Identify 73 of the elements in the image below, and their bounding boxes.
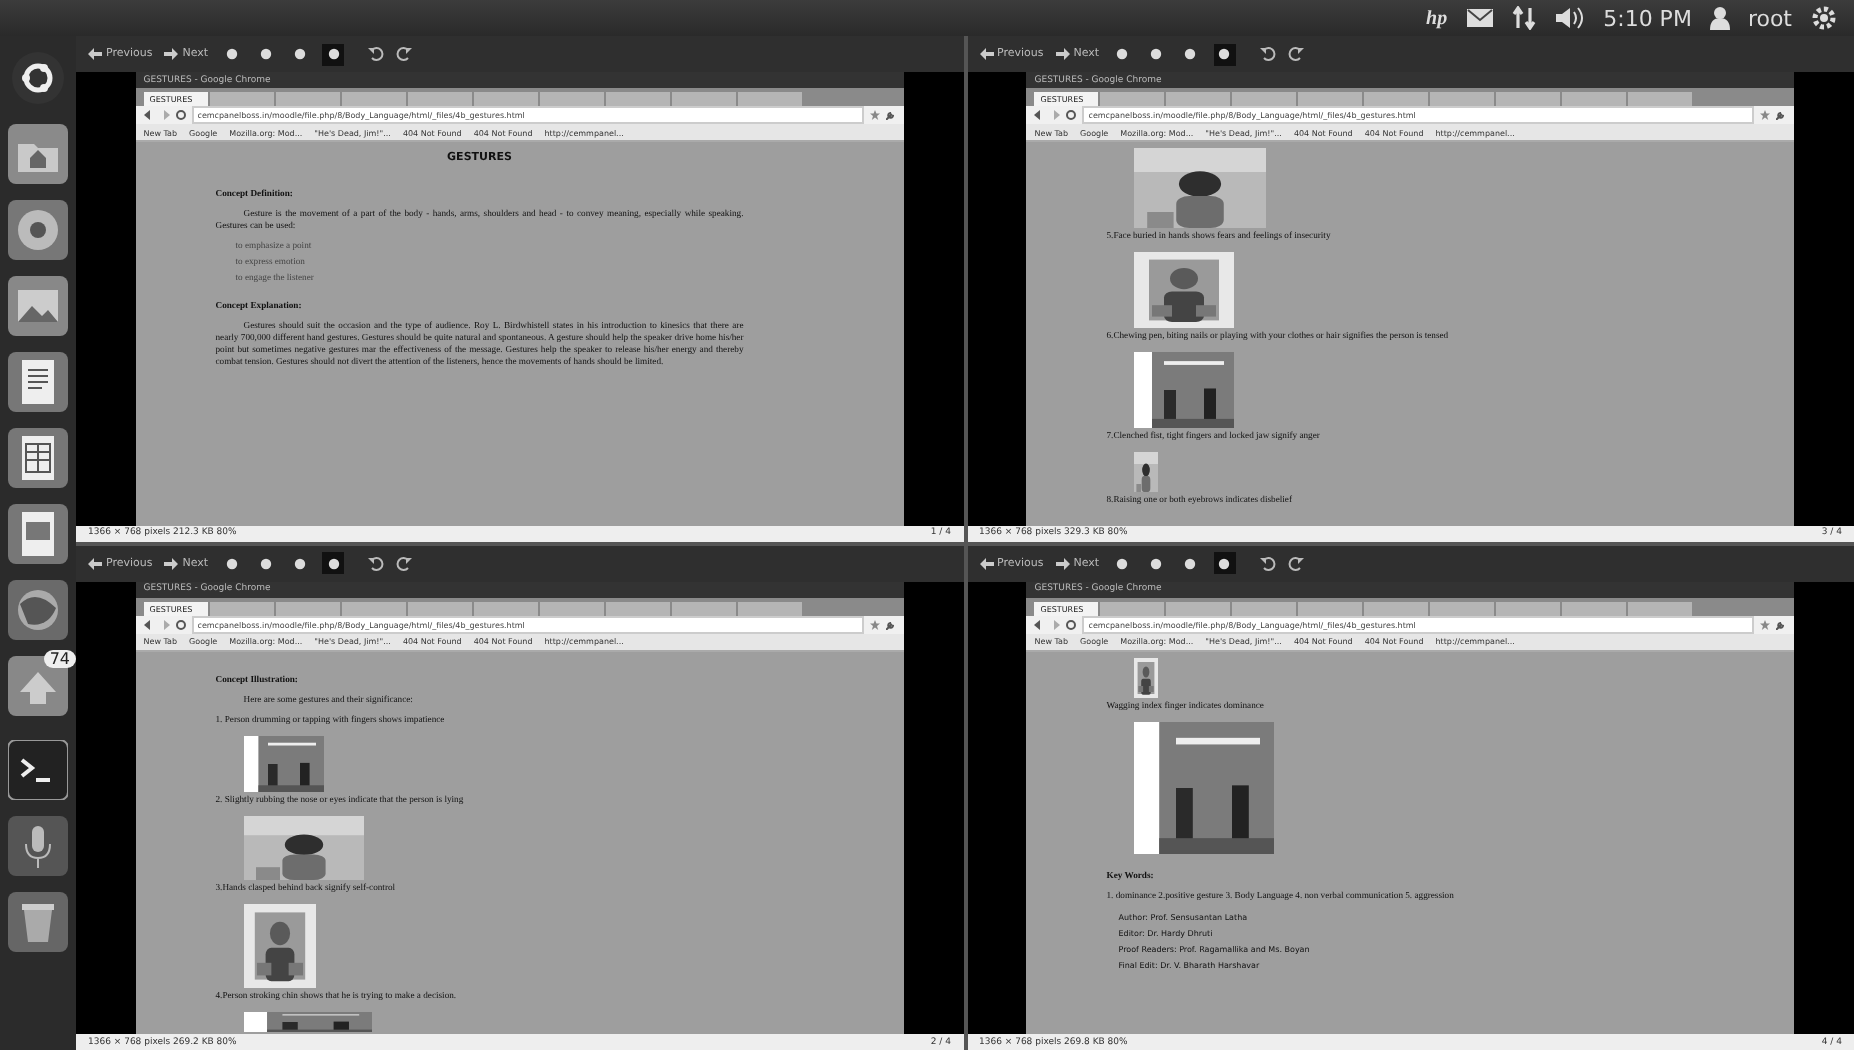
zoom-icon <box>1116 557 1129 569</box>
arrow-right-icon <box>1055 557 1070 569</box>
zoom-icon <box>1218 557 1231 569</box>
arrow-right-icon <box>164 48 179 60</box>
dash-icon[interactable] <box>8 48 68 108</box>
zoom-icon <box>225 48 238 60</box>
reload-icon[interactable] <box>175 619 186 629</box>
wrench-icon[interactable] <box>885 110 896 120</box>
rotate-right-icon[interactable] <box>1287 46 1304 62</box>
zoom-icon <box>259 557 272 569</box>
zoom-icon <box>1184 557 1197 569</box>
back-icon[interactable] <box>143 110 154 120</box>
zoom-icon <box>1150 557 1163 569</box>
back-icon[interactable] <box>1034 619 1045 629</box>
zoom-button[interactable] <box>1213 552 1236 574</box>
zoom-icon <box>1184 48 1197 60</box>
document-icon[interactable] <box>8 504 68 564</box>
rotate-right-icon[interactable] <box>1287 555 1304 571</box>
wrench-icon[interactable] <box>1776 110 1787 120</box>
document-icon[interactable] <box>8 352 68 412</box>
rotate-right-icon[interactable] <box>396 46 413 62</box>
volume-icon[interactable] <box>1553 6 1586 30</box>
browser-icon[interactable] <box>8 200 68 260</box>
terminal-icon[interactable] <box>8 740 68 800</box>
zoom-button[interactable] <box>1213 43 1236 65</box>
mail-icon[interactable] <box>1465 8 1494 28</box>
star-icon[interactable] <box>869 110 880 120</box>
user-name[interactable]: root <box>1747 5 1792 31</box>
count-badge: 74 <box>43 650 76 668</box>
arrow-right-icon <box>1055 48 1070 60</box>
rotate-left-icon[interactable] <box>368 46 385 62</box>
settings-icon[interactable] <box>1810 4 1838 32</box>
arrow-left-icon <box>88 48 102 60</box>
zoom-button[interactable] <box>322 552 345 574</box>
rotate-left-icon[interactable] <box>1259 46 1276 62</box>
zoom-icon <box>293 48 306 60</box>
star-icon[interactable] <box>1760 110 1771 120</box>
arrow-left-icon <box>979 48 993 60</box>
zoom-icon <box>327 48 340 60</box>
rotate-left-icon[interactable] <box>368 555 385 571</box>
zoom-icon <box>1150 48 1163 60</box>
wrench-icon[interactable] <box>885 619 896 629</box>
network-icon[interactable] <box>1511 6 1536 30</box>
document-icon[interactable] <box>8 428 68 488</box>
zoom-icon <box>293 557 306 569</box>
logo[interactable]: hp <box>1426 7 1448 29</box>
reload-icon[interactable] <box>1066 110 1077 120</box>
globe-icon[interactable] <box>8 580 68 640</box>
rotate-right-icon[interactable] <box>396 555 413 571</box>
star-icon[interactable] <box>1760 619 1771 629</box>
zoom-icon <box>259 48 272 60</box>
wrench-icon[interactable] <box>1776 619 1787 629</box>
reload-icon[interactable] <box>1066 619 1077 629</box>
zoom-icon <box>1116 48 1129 60</box>
zoom-icon <box>1218 48 1231 60</box>
rotate-left-icon[interactable] <box>1259 555 1276 571</box>
reload-icon[interactable] <box>175 110 186 120</box>
clock[interactable]: 5:10 PM <box>1603 5 1692 31</box>
zoom-icon <box>327 557 340 569</box>
home-folder-icon[interactable] <box>8 124 68 184</box>
photos-icon[interactable] <box>8 276 68 336</box>
microphone-icon[interactable] <box>8 816 68 876</box>
zoom-button[interactable] <box>322 43 345 65</box>
arrow-left-icon <box>979 557 993 569</box>
arrow-right-icon <box>164 557 179 569</box>
update-icon[interactable] <box>8 656 68 716</box>
user-icon[interactable] <box>1709 6 1730 30</box>
arrow-left-icon <box>88 557 102 569</box>
trash-icon[interactable] <box>8 892 68 952</box>
back-icon[interactable] <box>143 619 154 629</box>
zoom-icon <box>225 557 238 569</box>
star-icon[interactable] <box>869 619 880 629</box>
back-icon[interactable] <box>1034 110 1045 120</box>
